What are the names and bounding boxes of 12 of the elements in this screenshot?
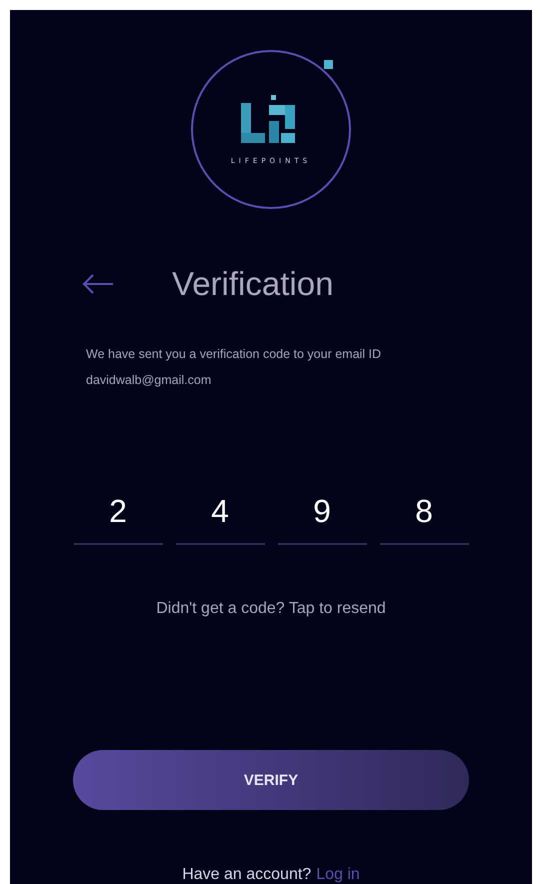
page-title: Verification bbox=[172, 265, 334, 304]
email-text: davidwalb@gmail.com bbox=[86, 372, 212, 390]
message-text: We have sent you a verification code to your email ID bbox=[86, 346, 382, 364]
account-prompt: Have an account? bbox=[182, 866, 312, 884]
code-digit-field[interactable]: 8 bbox=[380, 493, 468, 546]
code-digit-field[interactable]: 9 bbox=[278, 493, 366, 546]
back-arrow-icon[interactable] bbox=[82, 274, 114, 294]
code-digit-field[interactable]: 2 bbox=[74, 493, 162, 546]
resend-text[interactable]: Didn't get a code? Tap to resend bbox=[156, 600, 386, 618]
square-icon bbox=[324, 60, 333, 69]
code-digit-field[interactable]: 4 bbox=[176, 493, 264, 546]
verify-button[interactable]: VERIFY bbox=[73, 750, 469, 810]
